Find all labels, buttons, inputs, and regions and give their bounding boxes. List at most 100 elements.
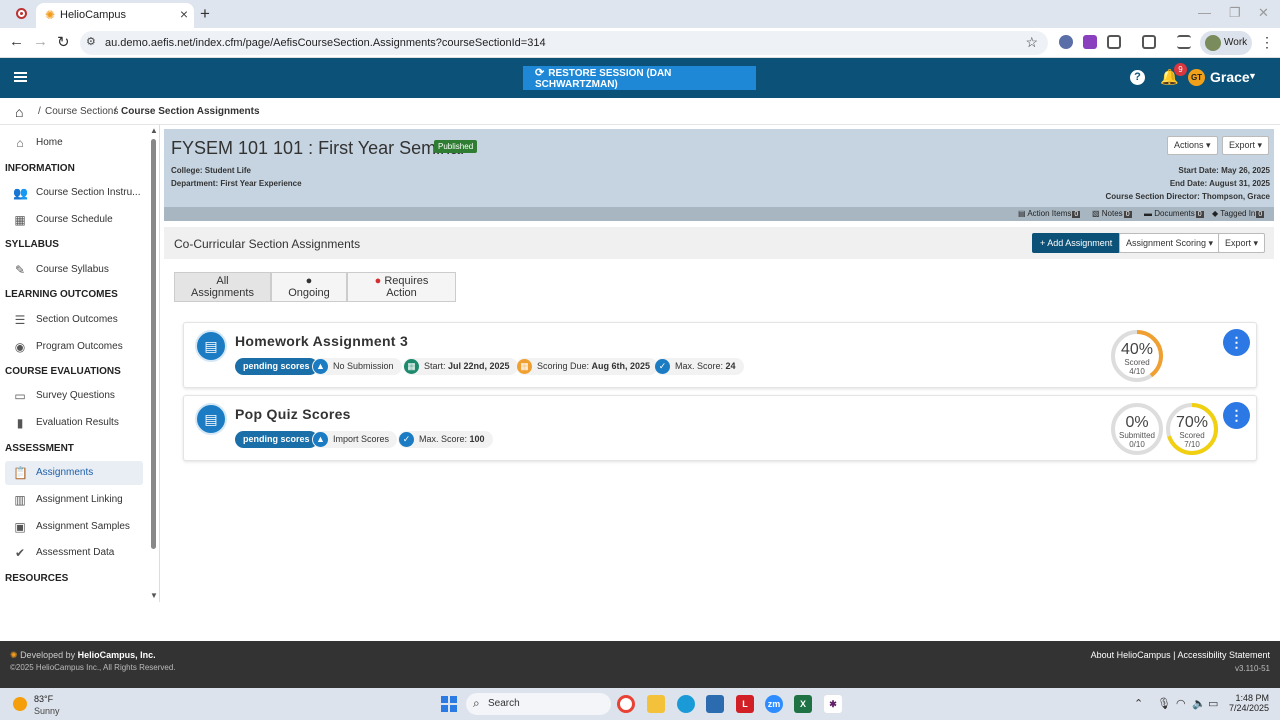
- wifi-icon[interactable]: ◠: [1176, 697, 1186, 710]
- sidebar-item-course-syllabus[interactable]: ✎ Course Syllabus: [5, 258, 143, 282]
- browser-tab[interactable]: ✺ HelioCampus ×: [36, 3, 194, 28]
- assignment-scoring-button[interactable]: Assignment Scoring ▾: [1119, 233, 1221, 253]
- taskbar-clock[interactable]: 1:48 PM 7/24/2025: [1225, 693, 1269, 713]
- user-avatar[interactable]: GT: [1188, 69, 1205, 86]
- windows-start-icon[interactable]: [441, 696, 457, 712]
- sidebar-item-assessment-data[interactable]: ✔ Assessment Data: [5, 541, 143, 565]
- actions-dropdown-button[interactable]: Actions ▾: [1167, 136, 1218, 155]
- gauge-label: Submitted: [1118, 431, 1156, 440]
- browser-menu-icon[interactable]: ⋮: [1260, 34, 1274, 51]
- forward-icon[interactable]: →: [33, 33, 48, 50]
- sidebar-item-program-outcomes[interactable]: ◉ Program Outcomes: [5, 335, 143, 359]
- l-app-icon[interactable]: L: [736, 695, 754, 713]
- course-export-button[interactable]: Export ▾: [1222, 136, 1270, 155]
- import-scores-chip[interactable]: ▲ Import Scores: [312, 431, 398, 448]
- user-menu-name[interactable]: Grace: [1210, 69, 1250, 85]
- tab-search-icon[interactable]: [1142, 35, 1156, 49]
- sidebar-scrollbar[interactable]: ▲ ▼: [150, 126, 158, 601]
- reading-list-icon[interactable]: [1177, 35, 1191, 49]
- add-assignment-button[interactable]: + Add Assignment: [1032, 233, 1121, 253]
- home-icon[interactable]: ⌂: [15, 104, 23, 120]
- excel-app-icon[interactable]: X: [794, 695, 812, 713]
- hamburger-menu-icon[interactable]: [14, 72, 27, 82]
- taskbar-search[interactable]: ⌕ Search: [466, 693, 611, 715]
- reload-icon[interactable]: ↻: [57, 33, 70, 51]
- profile-button[interactable]: Work: [1200, 31, 1252, 55]
- documents-label: Documents: [1154, 209, 1195, 218]
- sidebar-item-label: Survey Questions: [36, 390, 115, 401]
- notes-link[interactable]: ▧ Notes 0: [1092, 209, 1132, 218]
- filter-requires-action[interactable]: ● Requires Action: [347, 272, 456, 302]
- assignment-title[interactable]: Homework Assignment 3: [235, 333, 408, 349]
- battery-icon[interactable]: ▭: [1208, 697, 1218, 710]
- sidebar-item-survey-questions[interactable]: ▭ Survey Questions: [5, 384, 143, 408]
- sidebar-item-label: Assignment Samples: [36, 521, 130, 532]
- help-icon[interactable]: ?: [1130, 70, 1145, 85]
- course-start-date: Start Date: May 26, 2025: [1178, 166, 1270, 175]
- sidebar-item-course-schedule[interactable]: ▦ Course Schedule: [5, 208, 143, 232]
- section-export-button[interactable]: Export ▾: [1218, 233, 1266, 253]
- sidebar-item-section-outcomes[interactable]: ☰ Section Outcomes: [5, 308, 143, 332]
- sidebar-item-assignment-linking[interactable]: ▥ Assignment Linking: [5, 488, 143, 512]
- assignment-card[interactable]: ▤ Pop Quiz Scores pending scores ▲ Impor…: [183, 395, 1257, 461]
- app-header: ⟳ RESTORE SESSION (DAN SCHWARTZMAN) ? 🔔 9…: [0, 58, 1280, 98]
- app-version: v3.110-51: [1235, 664, 1270, 673]
- tagged-in-link[interactable]: ◆ Tagged In 0: [1212, 209, 1265, 218]
- filter-all-assignments[interactable]: All Assignments: [174, 272, 271, 302]
- scroll-up-icon[interactable]: ▲: [150, 126, 158, 135]
- new-tab-icon[interactable]: +: [200, 4, 210, 24]
- minimize-icon[interactable]: —: [1198, 5, 1211, 20]
- gauge-percent: 0%: [1125, 414, 1149, 431]
- volume-icon[interactable]: 🔈: [1192, 697, 1206, 710]
- store-app-icon[interactable]: [706, 695, 724, 713]
- bookmark-star-icon[interactable]: ☆: [1025, 34, 1038, 51]
- extensions-puzzle-icon[interactable]: [1107, 35, 1121, 49]
- assignment-title[interactable]: Pop Quiz Scores: [235, 406, 351, 422]
- slack-app-icon[interactable]: ✱: [824, 695, 842, 713]
- file-explorer-icon[interactable]: [647, 695, 665, 713]
- action-items-link[interactable]: ▤ Action Items 0: [1018, 209, 1081, 218]
- extension-icon[interactable]: [1083, 35, 1097, 49]
- clock-date: 7/24/2025: [1228, 703, 1269, 713]
- breadcrumb-course-sections[interactable]: Course Sections: [45, 106, 118, 117]
- assignment-menu-button[interactable]: ⋮: [1223, 402, 1250, 429]
- restore-session-button[interactable]: ⟳ RESTORE SESSION (DAN SCHWARTZMAN): [523, 66, 756, 90]
- start-label: Start:: [424, 361, 446, 371]
- sidebar-item-evaluation-results[interactable]: ▮ Evaluation Results: [5, 411, 143, 435]
- close-tab-icon[interactable]: ×: [180, 6, 188, 22]
- accessibility-link[interactable]: Accessibility Statement: [1177, 650, 1270, 660]
- back-icon[interactable]: ←: [9, 33, 24, 50]
- sidebar-section-course-evaluations: COURSE EVALUATIONS: [5, 366, 121, 377]
- sidebar-section-assessment: ASSESSMENT: [5, 443, 74, 454]
- close-window-icon[interactable]: ✕: [1258, 5, 1269, 21]
- sidebar-item-assignment-samples[interactable]: ▣ Assignment Samples: [5, 515, 143, 539]
- assignment-card[interactable]: ▤ Homework Assignment 3 pending scores ▲…: [183, 322, 1257, 388]
- address-bar[interactable]: ⚙ au.demo.aefis.net/index.cfm/page/Aefis…: [80, 31, 1048, 55]
- filter-ongoing[interactable]: ● Ongoing: [271, 272, 347, 302]
- restore-window-icon[interactable]: ❐: [1229, 5, 1241, 21]
- about-link[interactable]: About HelioCampus: [1091, 650, 1171, 660]
- caret-down-icon[interactable]: ▼: [1248, 71, 1257, 81]
- browser-tab-bar: ✺ HelioCampus × + — ❐ ✕: [0, 0, 1280, 28]
- sidebar-item-course-section-instructors[interactable]: 👥 Course Section Instru...: [5, 181, 143, 205]
- microphone-icon[interactable]: 🎙: [1157, 697, 1171, 710]
- extension-icon[interactable]: [1059, 35, 1073, 49]
- tray-overflow-icon[interactable]: ⌃: [1134, 697, 1143, 710]
- due-value: Aug 6th, 2025: [591, 361, 651, 371]
- sun-icon[interactable]: [13, 697, 27, 711]
- chrome-app-icon[interactable]: [617, 695, 635, 713]
- sidebar-item-assignments[interactable]: 📋 Assignments: [5, 461, 143, 485]
- edge-app-icon[interactable]: [677, 695, 695, 713]
- assignment-menu-button[interactable]: ⋮: [1223, 329, 1250, 356]
- browser-toolbar: ← → ↻ ⚙ au.demo.aefis.net/index.cfm/page…: [0, 28, 1280, 58]
- sidebar-item-home[interactable]: ⌂ Home: [5, 131, 143, 155]
- export-label: Export: [1225, 237, 1252, 248]
- sidebar-item-label: Assignment Linking: [36, 494, 123, 505]
- notes-label: Notes: [1101, 209, 1123, 218]
- scroll-down-icon[interactable]: ▼: [150, 591, 158, 600]
- zoom-app-icon[interactable]: zm: [765, 695, 783, 713]
- scrollbar-thumb[interactable]: [151, 139, 156, 549]
- site-info-icon[interactable]: ⚙: [86, 35, 96, 48]
- documents-link[interactable]: ▬ Documents 0: [1144, 209, 1204, 218]
- record-icon[interactable]: [16, 8, 27, 19]
